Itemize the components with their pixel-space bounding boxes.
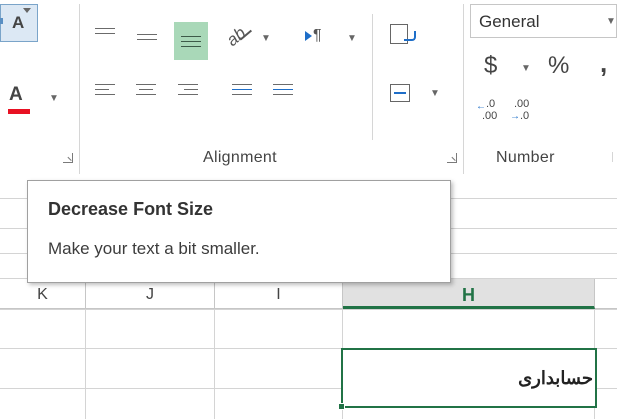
- middle-align-icon[interactable]: [137, 34, 157, 44]
- decrease-font-size-button[interactable]: A: [0, 4, 38, 42]
- alignment-dialog-launcher-icon[interactable]: [447, 153, 457, 163]
- increase-decimal-bottom: .00: [482, 110, 498, 122]
- decrease-decimal-arrow-icon: →: [510, 111, 520, 122]
- column-header-i[interactable]: I: [215, 279, 343, 309]
- align-right-icon[interactable]: [178, 84, 198, 99]
- number-group-launcher-edge: [612, 152, 613, 162]
- tooltip-title: Decrease Font Size: [48, 199, 214, 219]
- font-color-letter: A: [9, 84, 23, 105]
- number-format-dropdown-icon: ▼: [606, 16, 616, 27]
- comma-button[interactable]: ,: [600, 48, 607, 79]
- font-group-separator: [79, 4, 80, 174]
- merge-dropdown-icon: ▼: [430, 88, 440, 99]
- active-cell[interactable]: حسابداری: [341, 348, 597, 408]
- number-format-value: General: [479, 12, 540, 31]
- font-dialog-launcher-icon[interactable]: [63, 153, 73, 163]
- number-format-select[interactable]: General ▼: [470, 4, 617, 38]
- orientation-dropdown-icon: ▼: [261, 33, 271, 44]
- top-align-icon[interactable]: [95, 28, 115, 43]
- ribbon: A A ▼ ab ▼ ¶ ▼ ▼ Alignment General ▼ $ ▼…: [0, 0, 617, 179]
- column-header-label: J: [146, 286, 154, 303]
- column-header-k[interactable]: K: [0, 279, 86, 309]
- grid-col-line: [85, 309, 86, 419]
- font-color-bar: [8, 109, 30, 114]
- increase-decimal-top: .0: [486, 98, 496, 110]
- merge-center-button[interactable]: ▼: [386, 82, 442, 112]
- decrease-decimal-top: .00: [514, 98, 530, 110]
- orientation-icon: ab: [222, 23, 250, 50]
- rtl-dropdown-icon: ▼: [347, 33, 357, 44]
- active-cell-value: حسابداری: [518, 368, 593, 388]
- grid-col-line: [214, 309, 215, 419]
- increase-indent-icon[interactable]: [273, 84, 293, 99]
- rtl-pilcrow-icon: ¶: [313, 27, 322, 44]
- decrease-font-letter: A: [12, 13, 25, 32]
- currency-button[interactable]: $: [484, 52, 497, 80]
- align-left-icon[interactable]: [95, 84, 115, 99]
- number-group-label: Number: [496, 149, 555, 166]
- caret-down-small-icon: [23, 8, 31, 13]
- decrease-decimal-button[interactable]: .00 → .0: [510, 96, 536, 130]
- rtl-direction-button[interactable]: ¶ ▼: [303, 24, 359, 54]
- currency-dropdown-icon[interactable]: ▼: [521, 63, 531, 74]
- orientation-button[interactable]: ab ▼: [222, 23, 271, 54]
- font-color-button[interactable]: A: [6, 82, 34, 118]
- column-header-h[interactable]: H: [343, 279, 595, 309]
- column-header-g-partial[interactable]: [595, 279, 617, 309]
- tooltip-description: Make your text a bit smaller.: [48, 239, 260, 258]
- alignment-group-label: Alignment: [203, 149, 277, 166]
- column-header-label: K: [37, 286, 48, 303]
- wrap-arrow-icon: [404, 31, 416, 41]
- column-header-label: H: [462, 285, 475, 305]
- font-color-dropdown-icon[interactable]: ▼: [49, 93, 59, 104]
- bottom-align-button[interactable]: [174, 22, 208, 60]
- column-header-label: I: [276, 286, 281, 303]
- merge-center-icon: [390, 84, 410, 102]
- alignment-inner-separator: [372, 14, 373, 140]
- tooltip: Decrease Font Size Make your text a bit …: [27, 180, 451, 283]
- wrap-text-button[interactable]: [386, 22, 422, 54]
- decrease-indent-icon[interactable]: [232, 84, 252, 99]
- decrease-decimal-bottom: .0: [520, 110, 530, 122]
- left-edge-marker-icon: [0, 18, 3, 24]
- rtl-arrow-icon: [305, 31, 312, 41]
- fill-handle[interactable]: [338, 403, 345, 410]
- increase-decimal-button[interactable]: ← .0 .00: [476, 96, 502, 130]
- alignment-group-separator: [463, 4, 464, 174]
- align-center-icon[interactable]: [136, 84, 156, 99]
- column-header-j[interactable]: J: [86, 279, 215, 309]
- grid-row-line: [0, 309, 617, 310]
- percent-button[interactable]: %: [548, 52, 569, 80]
- bottom-align-icon: [181, 36, 201, 51]
